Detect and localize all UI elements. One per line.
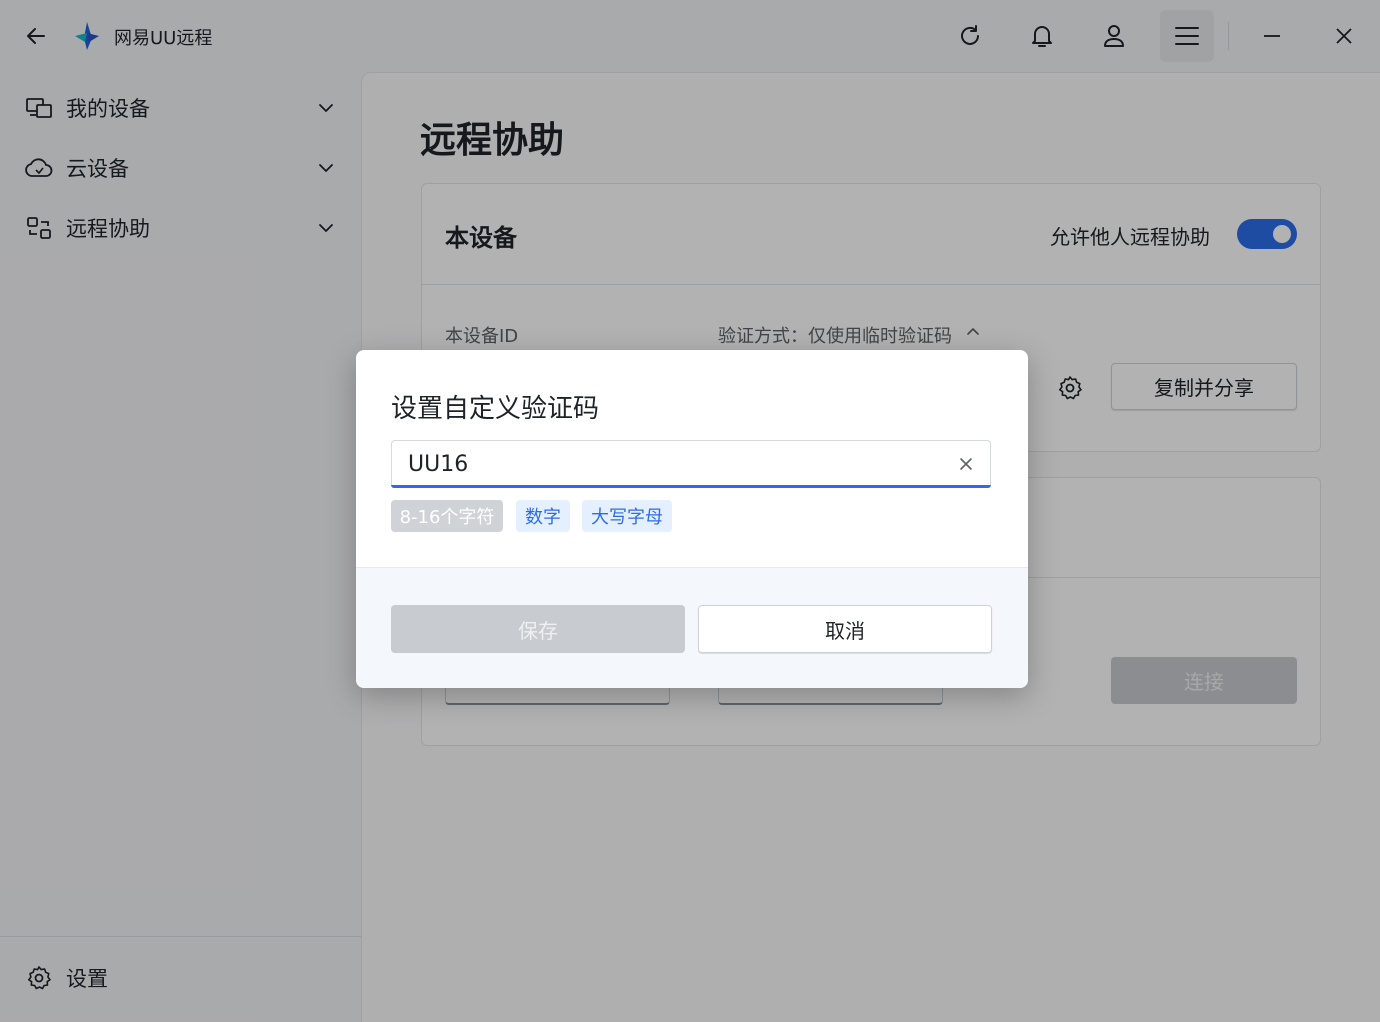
dialog-title: 设置自定义验证码 [391,394,600,424]
save-button[interactable]: 保存 [391,605,685,653]
rule-tag-digits: 数字 [516,500,570,532]
dialog-footer: 保存 取消 [356,567,1028,688]
custom-code-dialog: 设置自定义验证码 8-16个字符 数字 大写字母 保存 取消 [356,350,1028,688]
clear-input-button[interactable] [956,454,976,474]
custom-code-input[interactable] [408,449,928,479]
rule-tag-uppercase: 大写字母 [582,500,672,532]
rule-tag-length: 8-16个字符 [391,500,503,532]
cancel-button[interactable]: 取消 [698,605,992,653]
close-icon [960,458,972,470]
input-focus-underline [391,485,991,488]
custom-code-field [391,440,991,488]
